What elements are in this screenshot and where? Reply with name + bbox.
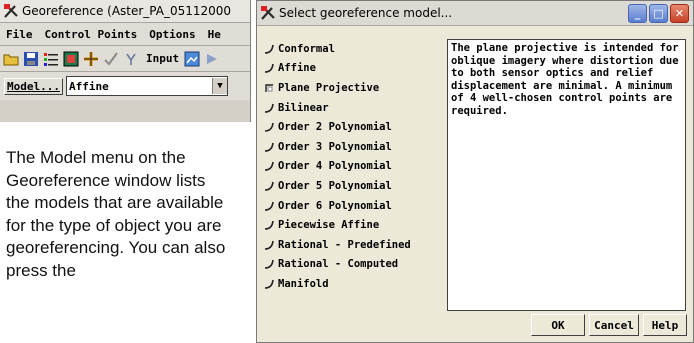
radio-unselected-icon[interactable] — [263, 258, 275, 270]
radio-unselected-icon[interactable] — [263, 239, 275, 251]
caption-text: The Model menu on the Georeference windo… — [6, 148, 226, 280]
model-menu-button[interactable]: Model... — [4, 77, 63, 95]
open-folder-icon[interactable] — [2, 50, 20, 68]
model-radio-label: Manifold — [278, 277, 329, 290]
cancel-button[interactable]: Cancel — [589, 314, 639, 336]
menu-control-points[interactable]: Control Points — [39, 28, 144, 41]
georeference-toolbar: Input — [0, 46, 250, 72]
model-radio-label: Rational - Computed — [278, 258, 399, 271]
radio-unselected-icon[interactable] — [263, 62, 275, 74]
model-radio-label: Affine — [278, 62, 316, 75]
tntmips-app-icon — [261, 6, 275, 20]
checkmark-icon[interactable] — [102, 50, 120, 68]
toolbar-input-label: Input — [146, 52, 180, 65]
close-icon[interactable]: ✕ — [670, 3, 689, 23]
model-radio-label: Order 5 Polynomial — [278, 179, 392, 192]
georeference-title: Georeference (Aster_PA_05112000 — [22, 4, 232, 18]
model-radio-option[interactable]: Piecewise Affine — [263, 215, 443, 235]
model-radio-option[interactable]: Order 3 Polynomial — [263, 137, 443, 157]
radio-unselected-icon[interactable] — [263, 141, 275, 153]
model-radio-label: Plane Projective — [278, 81, 380, 94]
help-button[interactable]: Help — [643, 314, 687, 336]
model-radio-option[interactable]: Rational - Computed — [263, 255, 443, 275]
minimize-icon[interactable]: _ — [628, 3, 647, 23]
list-icon[interactable] — [42, 50, 60, 68]
model-radio-option[interactable]: Plane Projective — [263, 78, 443, 98]
model-dropdown[interactable]: Affine ▼ — [65, 76, 228, 96]
model-radio-label: Order 6 Polynomial — [278, 199, 392, 212]
model-radio-label: Piecewise Affine — [278, 219, 380, 232]
model-radio-label: Conformal — [278, 42, 335, 55]
select-dialog-body: Conformal Affine Plane Projective Bilinear O… — [263, 33, 687, 316]
model-radio-label: Order 3 Polynomial — [278, 140, 392, 153]
georeference-menubar: File Control Points Options He — [0, 23, 250, 46]
model-radio-option[interactable]: Rational - Predefined — [263, 235, 443, 255]
pin-tool-icon[interactable] — [122, 50, 140, 68]
menu-file[interactable]: File — [0, 28, 39, 41]
radio-unselected-icon[interactable] — [263, 160, 275, 172]
radio-unselected-icon[interactable] — [263, 102, 275, 114]
model-radio-option[interactable]: Order 4 Polynomial — [263, 157, 443, 177]
radio-unselected-icon[interactable] — [263, 219, 275, 231]
model-description: The plane projective is intended for obl… — [447, 39, 686, 311]
model-radio-option[interactable]: Bilinear — [263, 98, 443, 118]
radio-unselected-icon[interactable] — [263, 121, 275, 133]
georeference-window: Georeference (Aster_PA_05112000 File Con… — [0, 0, 251, 122]
georeference-titlebar[interactable]: Georeference (Aster_PA_05112000 — [0, 0, 250, 23]
model-radio-label: Order 2 Polynomial — [278, 121, 392, 134]
model-radio-label: Rational - Predefined — [278, 238, 411, 251]
radio-unselected-icon[interactable] — [263, 43, 275, 55]
menu-help[interactable]: He — [202, 28, 227, 41]
model-dropdown-value: Affine — [68, 79, 109, 93]
radio-unselected-icon[interactable] — [263, 200, 275, 212]
input-view-icon[interactable] — [183, 50, 201, 68]
add-point-icon[interactable] — [82, 50, 100, 68]
dialog-button-row: OK Cancel Help — [527, 314, 687, 336]
save-icon[interactable] — [22, 50, 40, 68]
radio-unselected-icon[interactable] — [263, 278, 275, 290]
chevron-down-icon[interactable]: ▼ — [211, 78, 227, 94]
select-dialog-title: Select georeference model... — [279, 6, 453, 20]
model-radio-label: Order 4 Polynomial — [278, 160, 392, 173]
model-radio-option[interactable]: Manifold — [263, 274, 443, 294]
select-model-dialog: Select georeference model... _ □ ✕ Confo… — [256, 0, 694, 343]
menu-options[interactable]: Options — [143, 28, 201, 41]
model-radio-label: Bilinear — [278, 101, 329, 114]
select-dialog-titlebar[interactable]: Select georeference model... _ □ ✕ — [257, 1, 693, 26]
arrow-tool-icon[interactable] — [203, 50, 221, 68]
layer-icon[interactable] — [62, 50, 80, 68]
tntmips-app-icon — [4, 4, 18, 18]
maximize-icon[interactable]: □ — [649, 3, 668, 23]
model-radio-option[interactable]: Order 6 Polynomial — [263, 196, 443, 216]
model-radio-option[interactable]: Order 2 Polynomial — [263, 117, 443, 137]
model-row: Model... Affine ▼ — [0, 72, 250, 100]
model-radio-option[interactable]: Affine — [263, 59, 443, 79]
model-radio-list: Conformal Affine Plane Projective Bilinear O… — [263, 39, 443, 294]
model-radio-option[interactable]: Order 5 Polynomial — [263, 176, 443, 196]
radio-unselected-icon[interactable] — [263, 180, 275, 192]
model-radio-option[interactable]: Conformal — [263, 39, 443, 59]
radio-selected-icon[interactable] — [263, 82, 275, 94]
ok-button[interactable]: OK — [531, 314, 585, 336]
